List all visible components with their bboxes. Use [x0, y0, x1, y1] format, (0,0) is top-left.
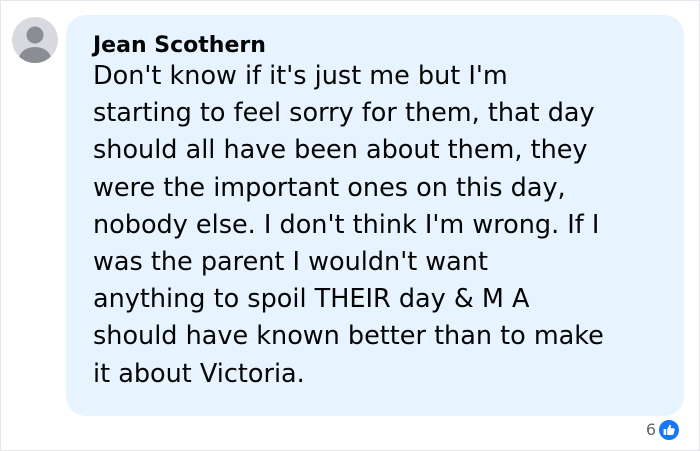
like-icon: [658, 419, 680, 441]
comment-text-line: it about Victoria.: [93, 358, 305, 389]
comment-text-line: were the important ones on this day,: [93, 172, 566, 203]
comment-text-line: nobody else. I don't think I'm wrong. If…: [93, 209, 600, 240]
comment-text-line: Don't know if it's just me but I'm: [93, 61, 508, 91]
comment-text-line: should all have been about them, they: [93, 135, 588, 166]
comment-text-line: should have known better than to make: [93, 321, 604, 352]
comment-text-line: anything to spoil THEIR day & M A: [93, 284, 530, 315]
comment-text-line: was the parent I wouldn't want: [93, 247, 488, 278]
default-profile-icon: [19, 26, 51, 63]
reactions-summary[interactable]: 6: [646, 418, 680, 442]
avatar[interactable]: [12, 17, 58, 63]
comment-text-line: starting to feel sorry for them, that da…: [93, 98, 595, 129]
reaction-count: 6: [645, 420, 656, 439]
comment-text: Don't know if it's just me but I'm start…: [93, 58, 668, 393]
